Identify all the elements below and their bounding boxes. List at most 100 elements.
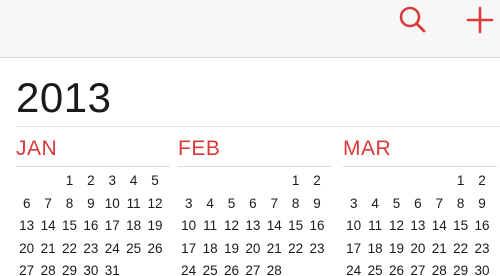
day-cell[interactable]: 16 (80, 215, 101, 237)
day-cell[interactable]: 23 (80, 238, 101, 260)
day-cell[interactable]: 11 (123, 193, 144, 215)
day-cell[interactable]: 28 (429, 260, 450, 276)
day-cell[interactable]: 17 (178, 238, 199, 260)
day-cell[interactable]: 21 (429, 238, 450, 260)
day-cell[interactable]: 20 (16, 238, 37, 260)
day-cell[interactable]: 30 (80, 260, 101, 276)
day-cell[interactable]: 7 (264, 193, 285, 215)
day-cell[interactable]: 14 (429, 215, 450, 237)
day-cell[interactable]: 17 (102, 215, 123, 237)
day-cell[interactable]: 15 (59, 215, 80, 237)
day-cell[interactable]: 1 (285, 170, 306, 192)
day-cell[interactable]: 24 (178, 260, 199, 276)
day-cell[interactable]: 22 (450, 238, 471, 260)
day-cell[interactable]: 15 (285, 215, 306, 237)
day-cell[interactable]: 24 (343, 260, 364, 276)
day-cell[interactable]: 13 (407, 215, 428, 237)
day-cell[interactable]: 26 (386, 260, 407, 276)
day-cell[interactable]: 7 (37, 193, 58, 215)
day-cell[interactable]: 6 (16, 193, 37, 215)
day-cell[interactable]: 12 (144, 193, 165, 215)
day-cell[interactable]: 24 (102, 238, 123, 260)
add-icon (466, 6, 494, 34)
day-cell[interactable]: 27 (16, 260, 37, 276)
day-cell[interactable]: 27 (242, 260, 263, 276)
day-cell[interactable]: 3 (178, 193, 199, 215)
day-cell[interactable]: 20 (407, 238, 428, 260)
day-cell[interactable]: 8 (285, 193, 306, 215)
search-button[interactable] (388, 0, 438, 46)
day-cell[interactable]: 19 (221, 238, 242, 260)
day-cell[interactable]: 6 (242, 193, 263, 215)
day-cell[interactable]: 27 (407, 260, 428, 276)
day-cell[interactable]: 12 (221, 215, 242, 237)
day-cell[interactable]: 19 (386, 238, 407, 260)
day-cell[interactable]: 15 (450, 215, 471, 237)
day-cell[interactable]: 18 (199, 238, 220, 260)
day-cell[interactable]: 5 (144, 170, 165, 192)
day-cell[interactable]: 26 (221, 260, 242, 276)
day-cell[interactable]: 1 (450, 170, 471, 192)
day-cell[interactable]: 11 (199, 215, 220, 237)
day-cell[interactable]: 21 (37, 238, 58, 260)
month-mar[interactable]: MAR 1 2 3 4 5 6 7 8 9 10 11 12 13 14 15 16 17 18 19 20 21 22 2… (343, 137, 497, 276)
month-feb[interactable]: FEB 1 2 3 4 5 6 7 8 9 10 11 12 13 14 15 16 17 18 19 20 21 22 2… (178, 137, 332, 276)
day-cell[interactable]: 16 (306, 215, 327, 237)
day-cell[interactable]: 25 (364, 260, 385, 276)
day-cell[interactable]: 23 (306, 238, 327, 260)
day-cell[interactable]: 13 (16, 215, 37, 237)
day-cell[interactable]: 18 (123, 215, 144, 237)
day-cell[interactable]: 2 (306, 170, 327, 192)
day-cell[interactable]: 2 (471, 170, 492, 192)
day-cell[interactable]: 18 (364, 238, 385, 260)
day-cell[interactable]: 1 (59, 170, 80, 192)
day-cell[interactable]: 26 (144, 238, 165, 260)
day-cell[interactable]: 12 (386, 215, 407, 237)
week-row: 17 18 19 20 21 22 23 (343, 238, 497, 261)
day-cell[interactable]: 22 (59, 238, 80, 260)
day-cell[interactable]: 28 (37, 260, 58, 276)
day-cell[interactable]: 8 (450, 193, 471, 215)
day-cell[interactable]: 25 (123, 238, 144, 260)
day-cell[interactable]: 13 (242, 215, 263, 237)
day-cell[interactable]: 6 (407, 193, 428, 215)
day-cell[interactable]: 31 (102, 260, 123, 276)
day-cell[interactable]: 4 (364, 193, 385, 215)
day-cell[interactable]: 14 (264, 215, 285, 237)
week-row: 27 28 29 30 31 (16, 260, 170, 276)
day-cell[interactable]: 5 (221, 193, 242, 215)
day-cell[interactable]: 4 (199, 193, 220, 215)
day-cell[interactable]: 19 (144, 215, 165, 237)
day-cell[interactable]: 10 (102, 193, 123, 215)
day-cell[interactable]: 9 (80, 193, 101, 215)
day-cell[interactable]: 17 (343, 238, 364, 260)
day-cell[interactable]: 10 (343, 215, 364, 237)
day-cell[interactable]: 7 (429, 193, 450, 215)
day-cell[interactable]: 14 (37, 215, 58, 237)
day-cell[interactable]: 10 (178, 215, 199, 237)
day-cell[interactable]: 20 (242, 238, 263, 260)
day-cell[interactable]: 3 (102, 170, 123, 192)
week-row: 24 25 26 27 28 (178, 260, 332, 276)
year-title: 2013 (16, 74, 112, 121)
add-event-button[interactable] (456, 0, 500, 46)
day-cell[interactable]: 21 (264, 238, 285, 260)
month-jan[interactable]: JAN 1 2 3 4 5 6 7 8 9 10 11 12 13 14 15 16 17 18 19 20 21 22 2… (16, 137, 170, 276)
day-cell[interactable]: 30 (471, 260, 492, 276)
day-cell[interactable]: 3 (343, 193, 364, 215)
month-name: JAN (16, 137, 58, 160)
day-cell[interactable]: 16 (471, 215, 492, 237)
day-cell[interactable]: 28 (264, 260, 285, 276)
day-cell[interactable]: 5 (386, 193, 407, 215)
day-cell[interactable]: 23 (471, 238, 492, 260)
day-cell[interactable]: 8 (59, 193, 80, 215)
day-cell[interactable]: 22 (285, 238, 306, 260)
day-cell[interactable]: 9 (471, 193, 492, 215)
day-cell[interactable]: 2 (80, 170, 101, 192)
day-cell[interactable]: 29 (450, 260, 471, 276)
day-cell[interactable]: 4 (123, 170, 144, 192)
day-cell[interactable]: 11 (364, 215, 385, 237)
day-cell[interactable]: 29 (59, 260, 80, 276)
day-cell[interactable]: 25 (199, 260, 220, 276)
day-cell[interactable]: 9 (306, 193, 327, 215)
